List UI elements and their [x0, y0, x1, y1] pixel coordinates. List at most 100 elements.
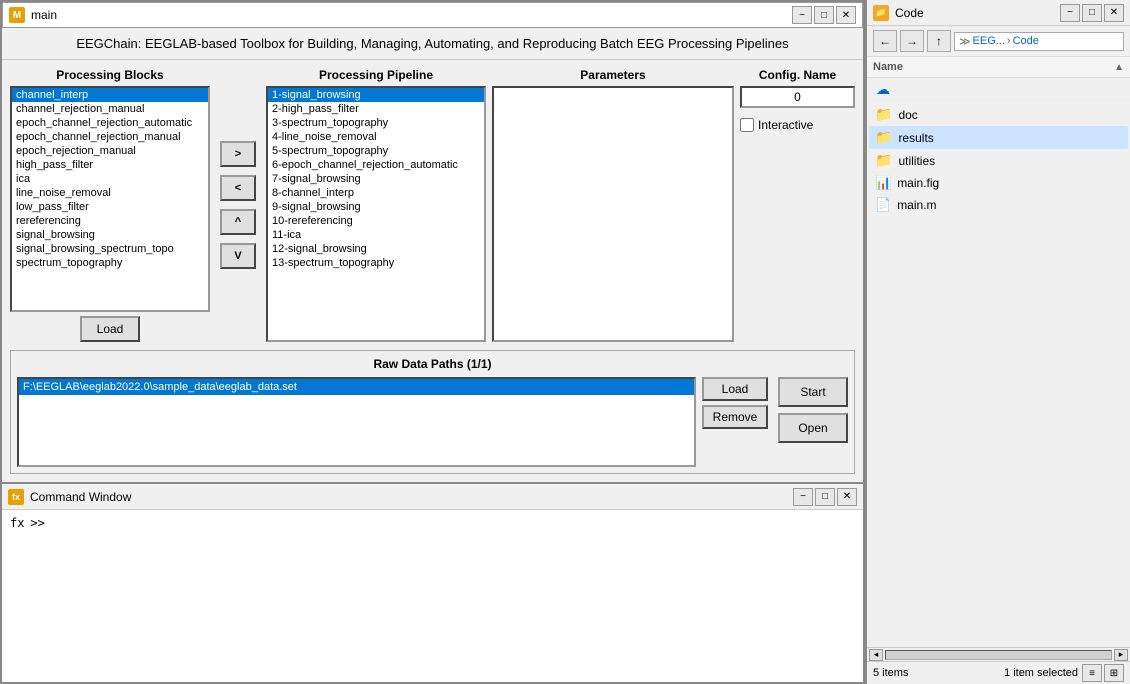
list-item[interactable]: epoch_channel_rejection_manual: [12, 130, 208, 144]
main-window: M main − □ ✕ EEGChain: EEGLAB-based Tool…: [0, 0, 865, 484]
move-up-button[interactable]: ^: [220, 209, 256, 235]
open-button[interactable]: Open: [778, 413, 848, 443]
nav-path-eeg[interactable]: EEG...: [973, 35, 1005, 47]
cmd-title: Command Window: [30, 490, 131, 504]
list-item[interactable]: high_pass_filter: [12, 158, 208, 172]
scroll-left-btn[interactable]: ◂: [869, 649, 883, 661]
file-icon-mainfig: 📊: [875, 175, 891, 191]
hscrollbar-area: ◂ ▸: [867, 647, 1130, 661]
main-titlebar: M main − □ ✕: [2, 2, 863, 28]
selected-count: 1 item selected: [1004, 667, 1078, 679]
tree-collapse-icon[interactable]: ▲: [1114, 62, 1124, 73]
list-item[interactable]: signal_browsing: [12, 228, 208, 242]
processing-pipeline-panel: Processing Pipeline 1-signal_browsing 2-…: [266, 68, 486, 342]
app-header: EEGChain: EEGLAB-based Toolbox for Build…: [2, 28, 863, 60]
code-maximize-button[interactable]: □: [1082, 4, 1102, 22]
raw-data-item[interactable]: F:\EEGLAB\eeglab2022.0\sample_data\eegla…: [19, 379, 694, 395]
list-item[interactable]: 8-channel_interp: [268, 186, 484, 200]
cmd-cursor: >>: [30, 516, 44, 530]
nav-path-separator: ≫: [959, 35, 971, 48]
start-button[interactable]: Start: [778, 377, 848, 407]
status-bar: 5 items 1 item selected ≡ ⊞: [867, 661, 1130, 684]
list-item[interactable]: 4-line_noise_removal: [268, 130, 484, 144]
tree-item-name-mainfig: main.fig: [897, 176, 939, 190]
list-item[interactable]: 12-signal_browsing: [268, 242, 484, 256]
move-left-button[interactable]: <: [220, 175, 256, 201]
parameters-listbox[interactable]: [492, 86, 734, 342]
code-nav-bar: ← → ↑ ≫ EEG... › Code: [867, 26, 1130, 57]
list-item[interactable]: spectrum_topography: [12, 256, 208, 270]
list-item[interactable]: 9-signal_browsing: [268, 200, 484, 214]
list-item[interactable]: 3-spectrum_topography: [268, 116, 484, 130]
folder-tree: 📁 doc 📁 results 📁 utilities 📊 main.fig �: [867, 101, 1130, 647]
nav-path-code[interactable]: Code: [1013, 35, 1039, 47]
cmd-maximize-button[interactable]: □: [815, 488, 835, 506]
list-item[interactable]: ica: [12, 172, 208, 186]
list-item[interactable]: 10-rereferencing: [268, 214, 484, 228]
tree-item-doc[interactable]: 📁 doc: [869, 103, 1128, 126]
config-name-input[interactable]: 0: [740, 86, 855, 108]
minimize-button[interactable]: −: [792, 6, 812, 24]
code-close-button[interactable]: ✕: [1104, 4, 1124, 22]
cmd-close-button[interactable]: ✕: [837, 488, 857, 506]
list-item[interactable]: signal_browsing_spectrum_topo: [12, 242, 208, 256]
tree-item-mainfig[interactable]: 📊 main.fig: [869, 172, 1128, 194]
nav-up-button[interactable]: ↑: [927, 30, 951, 52]
code-title: Code: [895, 6, 924, 20]
arrow-panel: > < ^ V: [216, 68, 260, 342]
config-panel: Config. Name 0 Interactive: [740, 68, 855, 342]
cmd-prompt: fx: [10, 516, 24, 530]
cmd-icon: fx: [8, 489, 24, 505]
view-grid-button[interactable]: ⊞: [1104, 664, 1124, 682]
tree-item-results[interactable]: 📁 results: [869, 126, 1128, 149]
command-window: fx Command Window − □ ✕ fx >>: [0, 484, 865, 684]
move-down-button[interactable]: V: [220, 243, 256, 269]
nav-back-button[interactable]: ←: [873, 30, 897, 52]
onedrive-icon: ☁: [873, 80, 893, 98]
scroll-right-btn[interactable]: ▸: [1114, 649, 1128, 661]
raw-data-listbox[interactable]: F:\EEGLAB\eeglab2022.0\sample_data\eegla…: [17, 377, 696, 467]
list-item[interactable]: rereferencing: [12, 214, 208, 228]
tree-item-utilities[interactable]: 📁 utilities: [869, 149, 1128, 172]
command-content[interactable]: fx >>: [2, 510, 863, 682]
nav-forward-button[interactable]: →: [900, 30, 924, 52]
list-item[interactable]: 7-signal_browsing: [268, 172, 484, 186]
action-buttons: Start Open: [778, 377, 848, 467]
list-item[interactable]: 1-signal_browsing: [268, 88, 484, 102]
code-titlebar: 📁 Code − □ ✕: [867, 0, 1130, 26]
file-icon-mainm: 📄: [875, 197, 891, 213]
raw-remove-button[interactable]: Remove: [702, 405, 768, 429]
list-item[interactable]: channel_rejection_manual: [12, 102, 208, 116]
list-item[interactable]: 2-high_pass_filter: [268, 102, 484, 116]
list-item[interactable]: 6-epoch_channel_rejection_automatic: [268, 158, 484, 172]
move-right-button[interactable]: >: [220, 141, 256, 167]
tree-header: Name ▲: [867, 57, 1130, 78]
processing-blocks-listbox[interactable]: channel_interp channel_rejection_manual …: [10, 86, 210, 312]
interactive-checkbox[interactable]: [740, 118, 754, 132]
code-icon: 📁: [873, 5, 889, 21]
list-item[interactable]: 11-ica: [268, 228, 484, 242]
list-item[interactable]: low_pass_filter: [12, 200, 208, 214]
list-item[interactable]: epoch_rejection_manual: [12, 144, 208, 158]
hscroll-track[interactable]: [885, 650, 1112, 660]
code-browser: 📁 Code − □ ✕ ← → ↑ ≫ EEG... › Code: [865, 0, 1130, 684]
processing-pipeline-listbox[interactable]: 1-signal_browsing 2-high_pass_filter 3-s…: [266, 86, 486, 342]
folder-icon-doc: 📁: [875, 106, 892, 123]
list-item[interactable]: channel_interp: [12, 88, 208, 102]
list-item[interactable]: 13-spectrum_topography: [268, 256, 484, 270]
tree-item-mainm[interactable]: 📄 main.m: [869, 194, 1128, 216]
nav-path: ≫ EEG... › Code: [954, 32, 1124, 51]
tree-item-name-mainm: main.m: [897, 198, 936, 212]
processing-blocks-panel: Processing Blocks channel_interp channel…: [10, 68, 210, 342]
close-button[interactable]: ✕: [836, 6, 856, 24]
maximize-button[interactable]: □: [814, 6, 834, 24]
list-item[interactable]: epoch_channel_rejection_automatic: [12, 116, 208, 130]
raw-load-button[interactable]: Load: [702, 377, 768, 401]
cmd-minimize-button[interactable]: −: [793, 488, 813, 506]
list-item[interactable]: 5-spectrum_topography: [268, 144, 484, 158]
code-minimize-button[interactable]: −: [1060, 4, 1080, 22]
tree-item-name-doc: doc: [898, 108, 917, 122]
list-item[interactable]: line_noise_removal: [12, 186, 208, 200]
load-blocks-button[interactable]: Load: [80, 316, 140, 342]
view-list-button[interactable]: ≡: [1082, 664, 1102, 682]
